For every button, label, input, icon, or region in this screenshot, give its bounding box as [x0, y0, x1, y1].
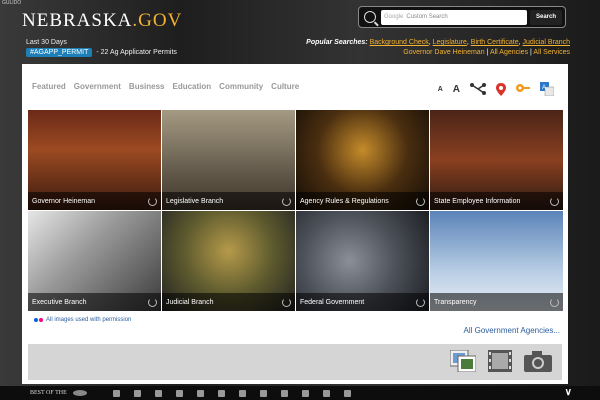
footer-bar: BEST OF THE ∨	[0, 386, 600, 400]
site-logo[interactable]: NEBRASKA.GOV	[22, 10, 182, 32]
camera-icon[interactable]	[524, 350, 552, 372]
refresh-icon	[148, 197, 157, 206]
tab-government[interactable]: Government	[74, 82, 121, 91]
search-button[interactable]: Search	[530, 9, 562, 25]
tile-legislative-branch[interactable]: Legislative Branch	[162, 110, 295, 210]
footer-icon[interactable]	[322, 389, 330, 397]
tile-caption: Judicial Branch	[162, 293, 295, 311]
tile-transparency[interactable]: Transparency	[430, 211, 563, 311]
footer-icon[interactable]	[343, 389, 351, 397]
refresh-icon	[148, 298, 157, 307]
trending-detail: - 22 Ag Applicator Permits	[96, 49, 177, 56]
tile-federal-government[interactable]: Federal Government	[296, 211, 429, 311]
search-brand: Google	[384, 14, 404, 20]
refresh-icon	[282, 197, 291, 206]
share-network-icon[interactable]	[470, 83, 486, 95]
search-box: Google Custom Search Search	[358, 6, 566, 28]
tab-culture[interactable]: Culture	[271, 82, 299, 91]
refresh-icon	[550, 197, 559, 206]
tab-business[interactable]: Business	[129, 82, 165, 91]
footer-icon[interactable]	[112, 389, 120, 397]
popular-link-judicial-branch[interactable]: Judicial Branch	[523, 39, 570, 46]
text-smaller-button[interactable]: A	[438, 86, 443, 93]
flickr-icon	[34, 318, 43, 322]
tile-caption: Transparency	[430, 293, 563, 311]
refresh-icon	[416, 298, 425, 307]
tile-state-employee-information[interactable]: State Employee Information	[430, 110, 563, 210]
tile-caption: State Employee Information	[430, 192, 563, 210]
translate-icon[interactable]: A	[540, 82, 554, 96]
category-nav: Featured Government Business Education C…	[32, 82, 299, 91]
footer-icon[interactable]	[154, 389, 162, 397]
main-panel: Featured Government Business Education C…	[22, 64, 568, 384]
tile-caption: Agency Rules & Regulations	[296, 192, 429, 210]
trending-hashtag[interactable]: #AGAPP_PERMIT	[26, 48, 93, 57]
refresh-icon	[550, 298, 559, 307]
chevron-down-icon[interactable]: ∨	[565, 387, 572, 398]
all-agencies-link[interactable]: All Agencies	[490, 49, 528, 56]
tile-caption: Executive Branch	[28, 293, 161, 311]
footer-icon[interactable]	[175, 389, 183, 397]
search-placeholder: Custom Search	[406, 14, 448, 20]
corner-text: GULIDO	[2, 0, 22, 6]
toolbar: A A A	[438, 82, 554, 96]
media-bar	[28, 344, 562, 380]
popular-label: Popular Searches:	[306, 39, 368, 46]
tile-caption: Legislative Branch	[162, 192, 295, 210]
tile-executive-branch[interactable]: Executive Branch	[28, 211, 161, 311]
footer-icon[interactable]	[133, 389, 141, 397]
popular-link-birth-certificate[interactable]: Birth Certificate	[471, 39, 519, 46]
popular-row2: Governor Dave Heineman | All Agencies | …	[403, 49, 570, 56]
permission-note: All images used with permission	[34, 317, 131, 323]
search-icon	[364, 11, 376, 23]
feature-grid: Governor Heineman Legislative Branch Age…	[28, 110, 563, 311]
map-pin-icon[interactable]	[496, 82, 506, 96]
tile-governor-heineman[interactable]: Governor Heineman	[28, 110, 161, 210]
refresh-icon	[416, 197, 425, 206]
logo-main: NEBRASKA	[22, 10, 133, 31]
media-icons	[450, 350, 552, 372]
trending-row: #AGAPP_PERMIT - 22 Ag Applicator Permits	[26, 48, 177, 57]
popular-searches: Popular Searches: Background Check, Legi…	[306, 39, 570, 46]
permission-text[interactable]: All images used with permission	[46, 317, 131, 323]
footer-icon[interactable]	[259, 389, 267, 397]
svg-text:A: A	[542, 85, 546, 91]
footer-icons	[112, 389, 351, 397]
footer-label: BEST OF THE	[30, 390, 67, 396]
governor-link[interactable]: Governor Dave Heineman	[403, 49, 484, 56]
popular-link-background-check[interactable]: Background Check	[370, 39, 429, 46]
footer-icon[interactable]	[217, 389, 225, 397]
key-icon[interactable]	[516, 83, 530, 95]
popular-link-legislature[interactable]: Legislature	[433, 39, 467, 46]
refresh-icon	[282, 298, 291, 307]
tile-judicial-branch[interactable]: Judicial Branch	[162, 211, 295, 311]
footer-icon[interactable]	[196, 389, 204, 397]
footer-icon[interactable]	[301, 389, 309, 397]
all-government-agencies-link[interactable]: All Government Agencies...	[464, 326, 561, 335]
best-of-logo-icon	[72, 390, 87, 396]
tab-featured[interactable]: Featured	[32, 82, 66, 91]
film-strip-icon[interactable]	[488, 350, 512, 372]
all-services-link[interactable]: All Services	[533, 49, 570, 56]
tab-education[interactable]: Education	[173, 82, 212, 91]
photo-gallery-icon[interactable]	[450, 350, 476, 372]
tile-agency-rules[interactable]: Agency Rules & Regulations	[296, 110, 429, 210]
tile-caption: Federal Government	[296, 293, 429, 311]
tab-community[interactable]: Community	[219, 82, 263, 91]
logo-suffix: .GOV	[132, 10, 183, 31]
footer-icon[interactable]	[238, 389, 246, 397]
footer-icon[interactable]	[280, 389, 288, 397]
text-larger-button[interactable]: A	[453, 84, 460, 95]
tile-caption: Governor Heineman	[28, 192, 161, 210]
trending-period: Last 30 Days	[26, 39, 67, 46]
search-input[interactable]: Google Custom Search	[381, 9, 527, 25]
